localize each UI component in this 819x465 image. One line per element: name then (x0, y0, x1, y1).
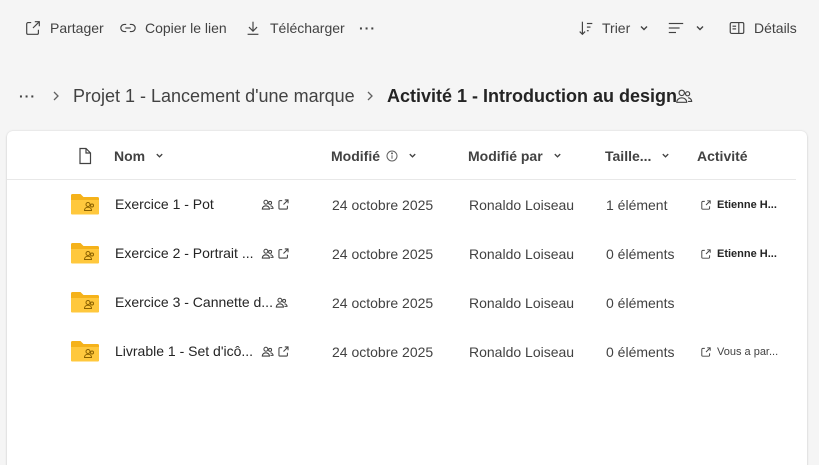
chevron-down-icon (409, 153, 416, 158)
chevron-right-icon (367, 91, 373, 101)
file-type-column-header[interactable] (77, 131, 93, 180)
shared-folder-indicator[interactable] (675, 80, 693, 112)
size-column-label: Taille... (605, 147, 652, 164)
chevron-down-icon (640, 26, 648, 31)
table-row[interactable]: Exercice 2 - Portrait ... 24 octobre 202… (7, 229, 796, 278)
file-name[interactable]: Exercice 2 - Portrait ... (115, 229, 257, 278)
table-row[interactable]: Exercice 1 - Pot 24 octobre 2025 Ronaldo… (7, 180, 796, 229)
modified-column-header[interactable]: Modifié (331, 131, 417, 180)
column-header-row: Nom Modifié Modifié par Taille... Activi… (7, 131, 796, 180)
activity-cell[interactable]: Etienne H... (700, 180, 777, 229)
details-pane-icon (729, 22, 745, 34)
size-column-header[interactable]: Taille... (605, 131, 670, 180)
breadcrumb-parent-label: Projet 1 - Lancement d'une marque (73, 85, 355, 106)
people-icon (676, 89, 693, 103)
breadcrumb-current: Activité 1 - Introduction au design (387, 80, 677, 112)
people-icon (261, 248, 274, 259)
modified-by[interactable]: Ronaldo Loiseau (469, 180, 574, 229)
chevron-down-icon (662, 153, 670, 158)
chevron-down-icon (156, 153, 163, 158)
row-status-icons (261, 180, 290, 229)
chevron-right-icon (53, 91, 59, 101)
breadcrumb-separator (50, 80, 62, 112)
row-status-icons (275, 278, 288, 327)
share-icon (26, 21, 40, 35)
breadcrumb-more-button[interactable]: ··· (19, 80, 36, 112)
details-label: Détails (754, 20, 797, 36)
file-name[interactable]: Exercice 1 - Pot (115, 180, 267, 229)
modified-by-column-label: Modifié par (468, 147, 543, 164)
chevron-down-icon (696, 26, 704, 31)
more-options-label: ··· (359, 20, 376, 36)
download-label: Télécharger (270, 20, 345, 36)
info-icon (386, 150, 398, 161)
table-row[interactable]: Livrable 1 - Set d'icô... 24 octobre 202… (7, 327, 796, 376)
activity-text: Etienne H... (717, 247, 777, 260)
breadcrumb-more-label: ··· (19, 88, 36, 104)
shared-folder-icon (71, 194, 99, 215)
share-label: Partager (50, 20, 104, 36)
modified-date: 24 octobre 2025 (332, 245, 434, 262)
activity-cell[interactable]: Etienne H... (700, 229, 777, 278)
link-icon (120, 23, 136, 33)
activity-cell[interactable]: Vous a par... (700, 327, 778, 376)
download-icon (247, 21, 259, 35)
chevron-down-icon (553, 153, 561, 158)
modified-date: 24 octobre 2025 (332, 343, 434, 360)
file-list: Nom Modifié Modifié par Taille... Activi… (7, 131, 807, 465)
people-icon (261, 199, 274, 210)
file-size: 0 éléments (606, 245, 675, 262)
shared-folder-icon (71, 243, 99, 264)
file-name[interactable]: Exercice 3 - Cannette d... (115, 278, 275, 327)
share-icon (701, 199, 711, 210)
activity-column-label: Activité (697, 147, 748, 164)
file-name[interactable]: Livrable 1 - Set d'icô... (115, 327, 261, 376)
file-size: 0 éléments (606, 343, 675, 360)
sort-label: Trier (602, 20, 631, 36)
share-icon (701, 346, 711, 357)
share-icon (278, 199, 289, 210)
copy-link-button[interactable]: Copier le lien (119, 16, 227, 40)
copy-link-label: Copier le lien (145, 20, 227, 36)
modified-by[interactable]: Ronaldo Loiseau (469, 278, 574, 327)
name-column-header[interactable]: Nom (114, 131, 164, 180)
row-status-icons (261, 327, 290, 376)
view-options-button[interactable] (667, 16, 705, 40)
row-status-icons (261, 229, 290, 278)
details-button[interactable]: Détails (728, 16, 797, 40)
file-size: 0 éléments (606, 294, 675, 311)
breadcrumb-parent-link[interactable]: Projet 1 - Lancement d'une marque (73, 80, 355, 112)
modified-by-column-header[interactable]: Modifié par (468, 131, 562, 180)
name-column-label: Nom (114, 147, 146, 164)
activity-text: Vous a par... (717, 345, 779, 358)
shared-folder-icon (71, 292, 99, 313)
breadcrumb-current-label: Activité 1 - Introduction au design (387, 85, 678, 106)
download-button[interactable]: Télécharger (244, 16, 345, 40)
table-row[interactable]: Exercice 3 - Cannette d... 24 octobre 20… (7, 278, 796, 327)
activity-text: Etienne H... (717, 198, 777, 211)
more-options-button[interactable]: ··· (359, 16, 376, 40)
command-bar: Partager Copier le lien Télécharger ··· … (0, 0, 819, 56)
modified-by[interactable]: Ronaldo Loiseau (469, 229, 574, 278)
sort-button[interactable]: Trier (577, 16, 649, 40)
modified-date: 24 octobre 2025 (332, 294, 434, 311)
sort-icon (579, 21, 593, 36)
activity-column-header[interactable]: Activité (697, 131, 748, 180)
shared-folder-icon (71, 341, 99, 362)
share-icon (278, 346, 289, 357)
file-type-icon (79, 147, 92, 164)
modified-by[interactable]: Ronaldo Loiseau (469, 327, 574, 376)
list-view-icon (668, 22, 684, 34)
breadcrumb-separator (364, 80, 376, 112)
people-icon (275, 297, 288, 308)
share-icon (278, 248, 289, 259)
share-button[interactable]: Partager (24, 16, 104, 40)
share-icon (701, 248, 711, 259)
breadcrumb: ··· Projet 1 - Lancement d'une marque Ac… (0, 80, 819, 112)
file-size: 1 élément (606, 196, 668, 213)
modified-date: 24 octobre 2025 (332, 196, 434, 213)
modified-column-label: Modifié (331, 147, 380, 164)
people-icon (261, 346, 274, 357)
